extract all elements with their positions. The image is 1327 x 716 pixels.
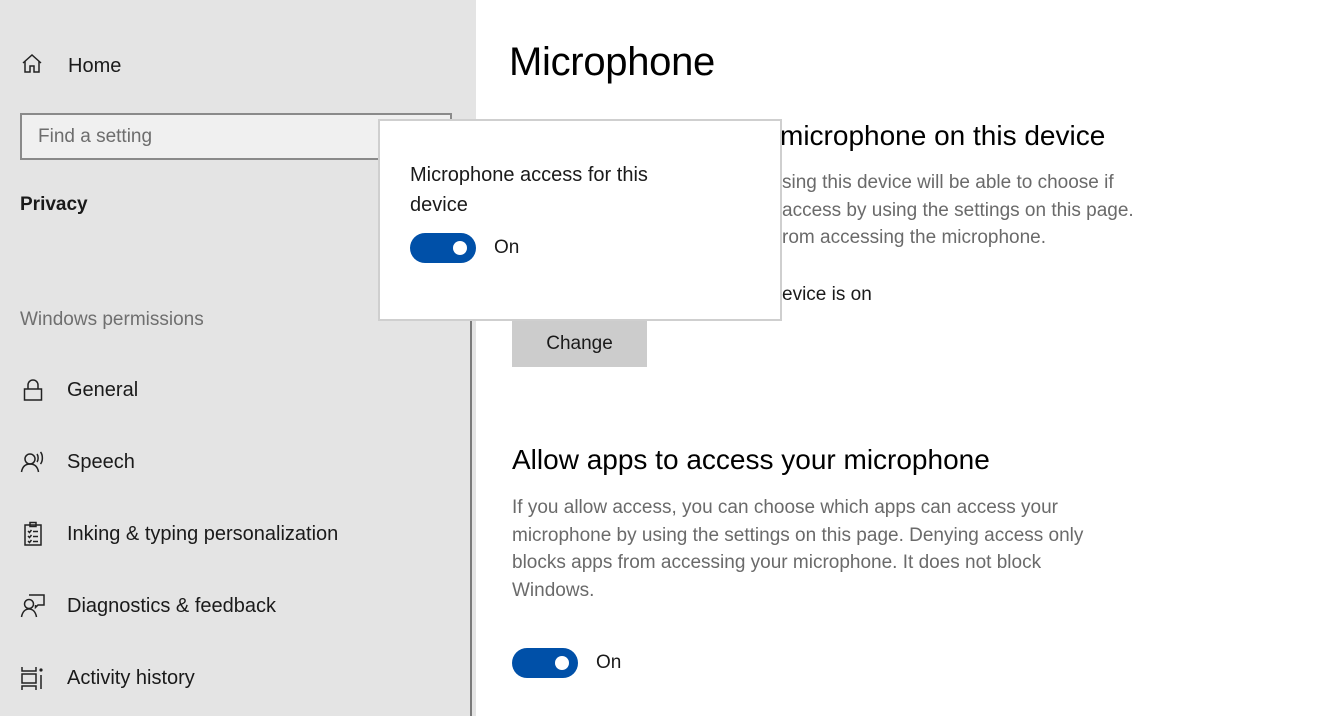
nav-home-label: Home bbox=[68, 54, 122, 77]
toggle-state-label: On bbox=[596, 652, 622, 673]
apps-section-description: If you allow access, you can choose whic… bbox=[512, 494, 1083, 604]
clipboard-checklist-icon bbox=[20, 521, 46, 547]
change-button[interactable]: Change bbox=[512, 321, 647, 367]
apps-access-toggle-row[interactable]: On bbox=[512, 648, 621, 678]
toggle-state-label: On bbox=[494, 237, 520, 258]
lock-icon bbox=[20, 377, 46, 403]
sidebar-item-activity-history[interactable]: Activity history bbox=[20, 663, 195, 693]
microphone-access-flyout: Microphone access for this device On bbox=[378, 119, 782, 321]
activity-history-icon bbox=[20, 665, 46, 691]
sidebar-item-general[interactable]: General bbox=[20, 375, 138, 405]
sidebar-item-inking-typing[interactable]: Inking & typing personalization bbox=[20, 519, 338, 549]
sidebar-item-speech[interactable]: Speech bbox=[20, 447, 135, 477]
desc-line: microphone by using the settings on this… bbox=[512, 524, 1084, 546]
desc-line: Windows. bbox=[512, 579, 595, 601]
speech-icon bbox=[20, 449, 46, 475]
apps-section-heading: Allow apps to access your microphone bbox=[512, 444, 990, 475]
device-status-text: evice is on bbox=[782, 284, 872, 305]
group-label: Windows permissions bbox=[20, 309, 204, 330]
toggle-knob bbox=[453, 241, 467, 255]
sidebar-item-diagnostics-feedback[interactable]: Diagnostics & feedback bbox=[20, 591, 276, 621]
home-icon bbox=[20, 52, 44, 81]
section-title: Privacy bbox=[20, 194, 88, 215]
apps-access-toggle[interactable] bbox=[512, 648, 578, 678]
desc-line: blocks apps from accessing your micropho… bbox=[512, 552, 1042, 573]
person-feedback-icon bbox=[20, 593, 46, 619]
sidebar-item-label: General bbox=[67, 378, 139, 401]
sidebar-item-label: Diagnostics & feedback bbox=[67, 594, 277, 617]
sidebar-item-label: Inking & typing personalization bbox=[67, 522, 339, 545]
sidebar-item-label: Speech bbox=[67, 450, 135, 473]
sidebar-item-label: Activity history bbox=[67, 666, 195, 689]
page-title: Microphone bbox=[509, 40, 716, 84]
sidebar-divider bbox=[470, 320, 472, 716]
desc-line: If you allow access, you can choose whic… bbox=[512, 497, 1059, 518]
device-access-toggle-row[interactable]: On bbox=[410, 233, 519, 263]
nav-home[interactable]: Home bbox=[20, 52, 121, 80]
flyout-title: Microphone access for this device bbox=[410, 164, 648, 216]
sidebar: Home Privacy Windows permissions General… bbox=[0, 0, 476, 716]
device-access-toggle[interactable] bbox=[410, 233, 476, 263]
toggle-knob bbox=[555, 656, 569, 670]
